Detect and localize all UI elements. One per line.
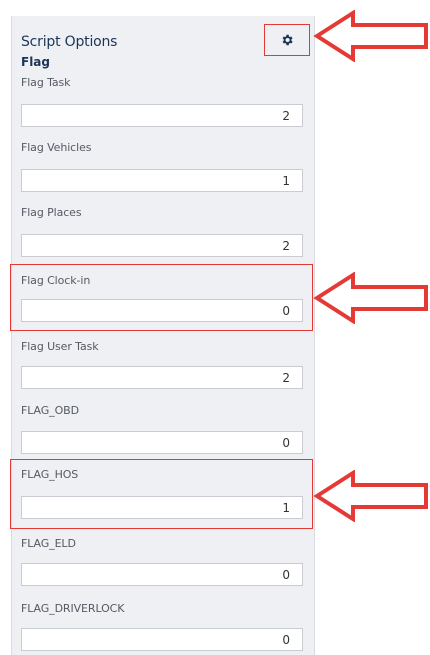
flag-driverlock-input[interactable]: 0	[21, 628, 303, 651]
settings-button[interactable]	[264, 24, 310, 56]
annotation-arrow-settings	[313, 10, 428, 62]
annotation-arrow-clock-in	[313, 272, 428, 324]
flag-eld-input[interactable]: 0	[21, 563, 303, 586]
flag-driverlock-label: FLAG_DRIVERLOCK	[21, 602, 125, 615]
flag-obd-label: FLAG_OBD	[21, 404, 79, 417]
section-heading-flag: Flag	[21, 55, 50, 69]
flag-clock-in-label: Flag Clock-in	[21, 274, 91, 287]
flag-obd-input[interactable]: 0	[21, 431, 303, 454]
flag-task-label: Flag Task	[21, 76, 71, 89]
flag-places-input[interactable]: 2	[21, 234, 303, 257]
flag-hos-label: FLAG_HOS	[21, 468, 79, 481]
flag-task-input[interactable]: 2	[21, 104, 303, 127]
flag-user-task-label: Flag User Task	[21, 340, 99, 353]
flag-vehicles-input[interactable]: 1	[21, 169, 303, 192]
flag-eld-label: FLAG_ELD	[21, 537, 76, 550]
panel-title: Script Options	[21, 34, 118, 50]
flag-hos-input[interactable]: 1	[21, 496, 303, 519]
flag-places-label: Flag Places	[21, 206, 82, 219]
annotation-arrow-hos	[313, 470, 428, 522]
gear-icon	[282, 34, 293, 46]
flag-vehicles-label: Flag Vehicles	[21, 141, 92, 154]
flag-clock-in-input[interactable]: 0	[21, 299, 303, 322]
flag-user-task-input[interactable]: 2	[21, 366, 303, 389]
